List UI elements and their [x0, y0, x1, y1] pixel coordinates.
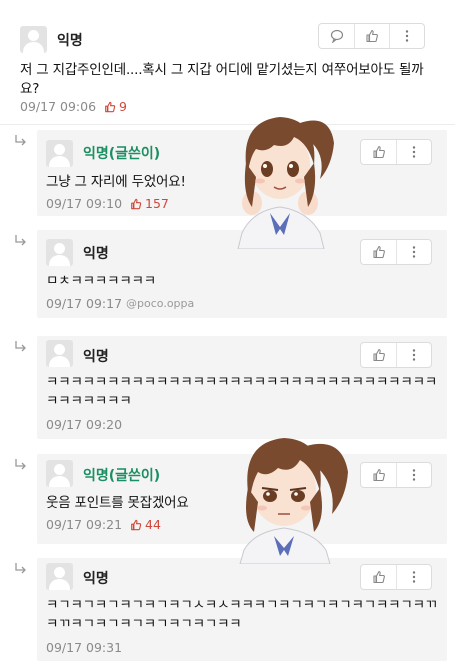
reply-likes: 44 [130, 517, 161, 532]
vertical-dots-icon [412, 469, 416, 481]
vertical-dots-icon [412, 571, 416, 583]
like-button[interactable] [361, 140, 396, 164]
reply-meta: 09/17 09:10 157 [46, 196, 169, 211]
post-time: 09/17 09:06 [20, 99, 97, 114]
reply-item: 익명 ㅋㅋㅋㅋㅋㅋㅋㅋㅋㅋㅋㅋㅋㅋㅋㅋㅋㅋㅋㅋㅋㅋㅋㅋㅋㅋㅋㅋㅋㅋㅋㅋㅋㅋㅋㅋㅋ… [0, 334, 455, 442]
reply-actions [360, 462, 432, 488]
reply-time: 09/17 09:17 [46, 296, 123, 311]
more-button[interactable] [396, 343, 431, 367]
avatar [46, 140, 73, 167]
reply-author: 익명(글쓴이) [83, 468, 161, 484]
reply-actions [360, 564, 432, 590]
reply-time: 09/17 09:20 [46, 417, 123, 432]
thumbs-up-icon [372, 570, 385, 584]
comment-button[interactable] [319, 24, 354, 48]
watermark-handle: @poco.oppa [126, 297, 195, 310]
more-button[interactable] [396, 565, 431, 589]
reply-text: ㅋㄱㅋㄱㅋㄱㅋㄱㅋㄱㅋㄱㅅㅋㅅㅋㅋㅋㄱㅋㄱㅋㄱㅋㄱㅋㄱㅋㅋㄱㅋㄲㅋㄲㅋㄱㅋㄱㅋㄱ… [46, 597, 438, 632]
post-actions [318, 23, 425, 49]
vertical-dots-icon [412, 349, 416, 361]
reply-actions [360, 139, 432, 165]
vertical-dots-icon [412, 146, 416, 158]
reply-arrow-icon [15, 135, 26, 146]
reply-arrow-icon [15, 341, 26, 352]
reply-actions [360, 342, 432, 368]
reply-box: 익명 ㅋㄱㅋㄱㅋㄱㅋㄱㅋㄱㅋㄱㅅㅋㅅㅋㅋㅋㄱㅋㄱㅋㄱㅋㄱㅋㄱㅋㅋㄱㅋㄲㅋㄲㅋㄱㅋ… [37, 558, 447, 661]
thumbs-up-icon [372, 145, 385, 159]
reply-author: 익명 [83, 571, 109, 587]
post-likes: 9 [104, 99, 127, 114]
reply-text: ㅋㅋㅋㅋㅋㅋㅋㅋㅋㅋㅋㅋㅋㅋㅋㅋㅋㅋㅋㅋㅋㅋㅋㅋㅋㅋㅋㅋㅋㅋㅋㅋㅋㅋㅋㅋㅋㅋㅋ [46, 374, 438, 409]
post-author: 익명 [57, 33, 83, 49]
reply-text: 그냥 그 자리에 두었어요! [46, 174, 186, 190]
more-button[interactable] [396, 240, 431, 264]
reply-time: 09/17 09:21 [46, 517, 123, 532]
post-text: 저 그 지갑주인인데....혹시 그 지갑 어디에 맡기셨는지 여쭈어보아도 될… [20, 62, 424, 97]
reply-item: 익명 ㅋㄱㅋㄱㅋㄱㅋㄱㅋㄱㅋㄱㅅㅋㅅㅋㅋㅋㄱㅋㄱㅋㄱㅋㄱㅋㄱㅋㅋㄱㅋㄲㅋㄲㅋㄱㅋ… [0, 556, 455, 664]
speech-bubble-icon [330, 29, 343, 43]
reply-actions [360, 239, 432, 265]
reply-arrow-icon [15, 459, 26, 470]
reply-meta: 09/17 09:31 [46, 640, 130, 655]
avatar [46, 239, 73, 266]
like-button[interactable] [361, 565, 396, 589]
reply-likes: 157 [130, 196, 169, 211]
reply-text: 웃음 포인트를 못잡겠어요 [46, 495, 189, 511]
thumbs-up-icon [131, 198, 142, 209]
like-count: 157 [145, 196, 169, 211]
like-count: 9 [119, 99, 127, 114]
reply-author: 익명 [83, 349, 109, 365]
reply-text: ㅁㅊㅋㅋㅋㅋㅋㅋㅋ [46, 273, 156, 289]
reply-author: 익명(글쓴이) [83, 146, 161, 162]
avatar [46, 340, 73, 367]
like-button[interactable] [354, 24, 389, 48]
thumbs-up-icon [372, 468, 385, 482]
reply-time: 09/17 09:31 [46, 640, 123, 655]
thumbs-up-icon [131, 519, 142, 530]
avatar [46, 460, 73, 487]
like-button[interactable] [361, 343, 396, 367]
reply-arrow-icon [15, 563, 26, 574]
thumbs-up-icon [372, 348, 385, 362]
like-button[interactable] [361, 240, 396, 264]
more-button[interactable] [396, 140, 431, 164]
anime-girl-sticker-smiling [237, 117, 334, 249]
thumbs-up-icon [366, 29, 378, 43]
avatar [46, 563, 73, 590]
vertical-dots-icon [405, 30, 409, 42]
post-meta: 09/17 09:06 9 [20, 99, 127, 114]
reply-meta: 09/17 09:21 44 [46, 517, 161, 532]
reply-meta: 09/17 09:20 [46, 417, 130, 432]
reply-box: 익명 ㅋㅋㅋㅋㅋㅋㅋㅋㅋㅋㅋㅋㅋㅋㅋㅋㅋㅋㅋㅋㅋㅋㅋㅋㅋㅋㅋㅋㅋㅋㅋㅋㅋㅋㅋㅋㅋ… [37, 336, 447, 439]
reply-author: 익명 [83, 246, 109, 262]
reply-arrow-icon [15, 235, 26, 246]
thumbs-up-icon [105, 101, 116, 112]
like-count: 44 [145, 517, 161, 532]
reply-time: 09/17 09:10 [46, 196, 123, 211]
like-button[interactable] [361, 463, 396, 487]
reply-meta: 09/17 09:17 @poco.oppa [46, 296, 194, 311]
avatar [20, 26, 47, 53]
more-button[interactable] [396, 463, 431, 487]
more-button[interactable] [389, 24, 424, 48]
thumbs-up-icon [372, 245, 385, 259]
vertical-dots-icon [412, 246, 416, 258]
anime-girl-sticker-confused [239, 438, 348, 564]
